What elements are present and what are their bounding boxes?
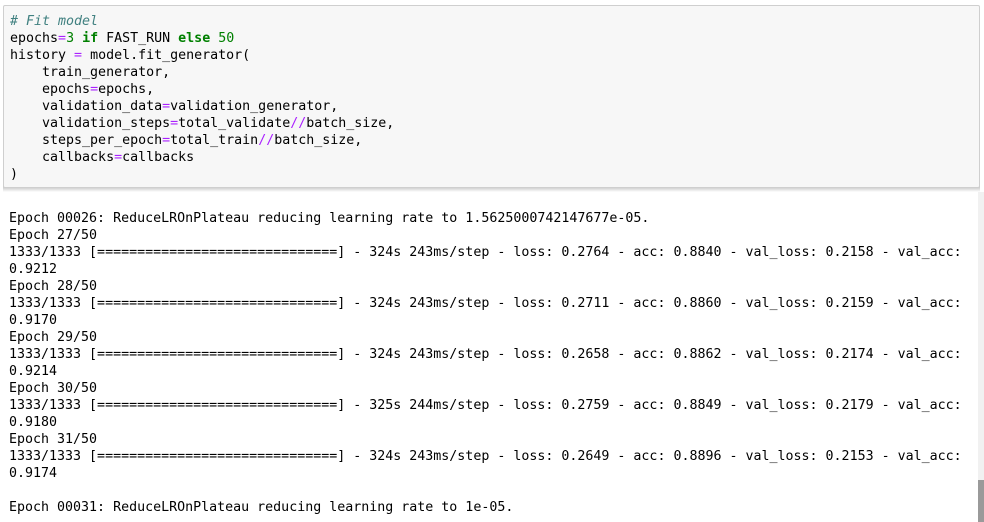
code-token: = (90, 82, 99, 97)
output-line: Epoch 28/50 (9, 279, 98, 294)
output-line: Epoch 00026: ReduceLROnPlateau reducing … (9, 211, 650, 226)
output-line: 1333/1333 [=============================… (9, 296, 962, 311)
code-token: // (258, 133, 275, 148)
code-line: train_generator, (10, 64, 973, 81)
code-token: model.fit_generator( (82, 48, 251, 63)
code-token: batch_size, (274, 133, 363, 148)
code-token: epochs (10, 31, 59, 46)
output-line: Epoch 27/50 (9, 228, 98, 243)
code-token: total_train (170, 133, 259, 148)
code-line: epochs=epochs, (10, 81, 973, 98)
code-token: if (82, 31, 99, 46)
code-token: # Fit model (10, 14, 99, 29)
code-token: train_generator, (10, 65, 171, 80)
output-line: 1333/1333 [=============================… (9, 398, 962, 413)
output-line: 0.9174 (9, 466, 58, 481)
code-token: validation_data (10, 99, 163, 114)
code-line: epochs=3 if FAST_RUN else 50 (10, 30, 973, 47)
code-token: = (162, 133, 171, 148)
code-token: = (58, 31, 67, 46)
output-line: Epoch 29/50 (9, 330, 98, 345)
code-line: callbacks=callbacks (10, 149, 973, 166)
code-token: batch_size, (306, 116, 395, 131)
code-token: epochs (10, 82, 91, 97)
code-line: validation_data=validation_generator, (10, 98, 973, 115)
code-line: steps_per_epoch=total_train//batch_size, (10, 132, 973, 149)
code-line: ) (10, 166, 973, 183)
output-line: 0.9212 (9, 262, 58, 277)
code-token: validation_generator, (170, 99, 339, 114)
code-token: = (74, 48, 83, 63)
code-token: = (170, 116, 179, 131)
code-token: epochs, (98, 82, 155, 97)
code-token: = (162, 99, 171, 114)
output-line: Epoch 30/50 (9, 381, 98, 396)
code-token: FAST_RUN (98, 31, 179, 46)
code-token: // (290, 116, 307, 131)
code-token: validation_steps (10, 116, 171, 131)
output-line: 1333/1333 [=============================… (9, 347, 962, 362)
output-line: Epoch 00031: ReduceLROnPlateau reducing … (9, 500, 514, 515)
output-line: 1333/1333 [=============================… (9, 449, 962, 464)
code-token: else (178, 31, 211, 46)
output-line: 1333/1333 [=============================… (9, 245, 962, 260)
output-line: 0.9170 (9, 313, 58, 328)
code-line: validation_steps=total_validate//batch_s… (10, 115, 973, 132)
code-line: # Fit model (10, 13, 973, 30)
code-line: history = model.fit_generator( (10, 47, 973, 64)
code-token: 50 (218, 31, 235, 46)
code-cell-input[interactable]: # Fit model epochs=3 if FAST_RUN else 50 h… (3, 5, 980, 188)
code-token: steps_per_epoch (10, 133, 163, 148)
output-line: 0.9214 (9, 364, 58, 379)
output-line: 0.9180 (9, 415, 58, 430)
code-token: callbacks (122, 150, 195, 165)
output-scrollbar-track[interactable] (978, 192, 984, 522)
code-token: total_validate (178, 116, 291, 131)
output-scrollbar-thumb[interactable] (978, 480, 984, 522)
code-token: 3 (66, 31, 75, 46)
code-token: history (10, 48, 75, 63)
output-line: Epoch 31/50 (9, 432, 98, 447)
cell-output-area: 0.9168Epoch 00026: ReduceLROnPlateau red… (9, 176, 969, 522)
code-token: callbacks (10, 150, 115, 165)
code-token: ) (10, 167, 19, 182)
code-token: = (114, 150, 123, 165)
